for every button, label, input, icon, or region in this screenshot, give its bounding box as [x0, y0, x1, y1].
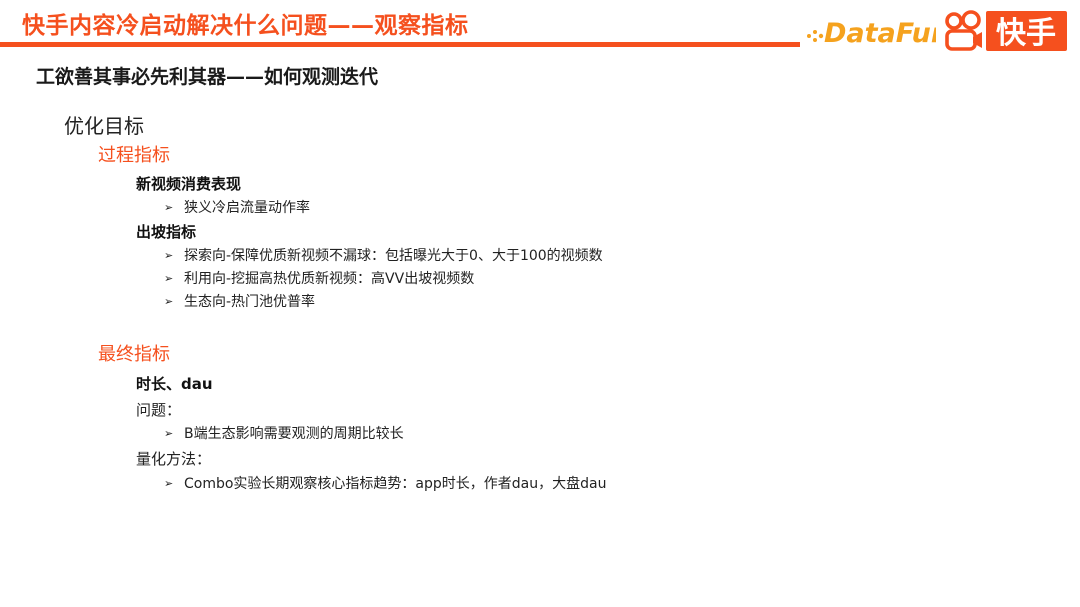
group-title-new-video: 新视频消费表现: [136, 175, 242, 193]
group-title-graduation: 出坡指标: [136, 223, 197, 241]
list-item: ➢ 生态向-热门池优普率: [164, 295, 315, 309]
bullet-arrow-icon: ➢: [164, 477, 174, 490]
list-item: ➢ 狭义冷启流量动作率: [164, 201, 310, 215]
process-heading: 过程指标: [98, 145, 170, 166]
list-item: ➢ 探索向-保障优质新视频不漏球：包括曝光大于0、大于100的视频数: [164, 249, 603, 263]
bullet-arrow-icon: ➢: [164, 272, 174, 285]
problem-label: 问题：: [136, 401, 182, 419]
list-item-text: 探索向-保障优质新视频不漏球：包括曝光大于0、大于100的视频数: [184, 248, 603, 264]
list-item: ➢ 利用向-挖掘高热优质新视频：高VV出坡视频数: [164, 272, 474, 286]
group-title-duration-dau: 时长、dau: [136, 375, 213, 393]
list-item: ➢ B端生态影响需要观测的周期比较长: [164, 427, 404, 441]
list-item-text: 生态向-热门池优普率: [184, 294, 316, 310]
slide-body: 优化目标 过程指标 新视频消费表现 ➢ 狭义冷启流量动作率 出坡指标 ➢ 探索向-保…: [0, 0, 1080, 607]
bullet-arrow-icon: ➢: [164, 427, 174, 440]
list-item-text: B端生态影响需要观测的周期比较长: [184, 426, 404, 442]
bullet-arrow-icon: ➢: [164, 201, 174, 214]
method-label: 量化方法：: [136, 450, 212, 468]
list-item-text: Combo实验长期观察核心指标趋势：app时长，作者dau，大盘dau: [184, 476, 607, 492]
final-heading: 最终指标: [98, 344, 170, 365]
list-item-text: 利用向-挖掘高热优质新视频：高VV出坡视频数: [184, 271, 475, 287]
list-item-text: 狭义冷启流量动作率: [184, 200, 310, 216]
bullet-arrow-icon: ➢: [164, 295, 174, 308]
goal-heading: 优化目标: [64, 114, 144, 138]
bullet-arrow-icon: ➢: [164, 249, 174, 262]
list-item: ➢ Combo实验长期观察核心指标趋势：app时长，作者dau，大盘dau: [164, 477, 606, 491]
